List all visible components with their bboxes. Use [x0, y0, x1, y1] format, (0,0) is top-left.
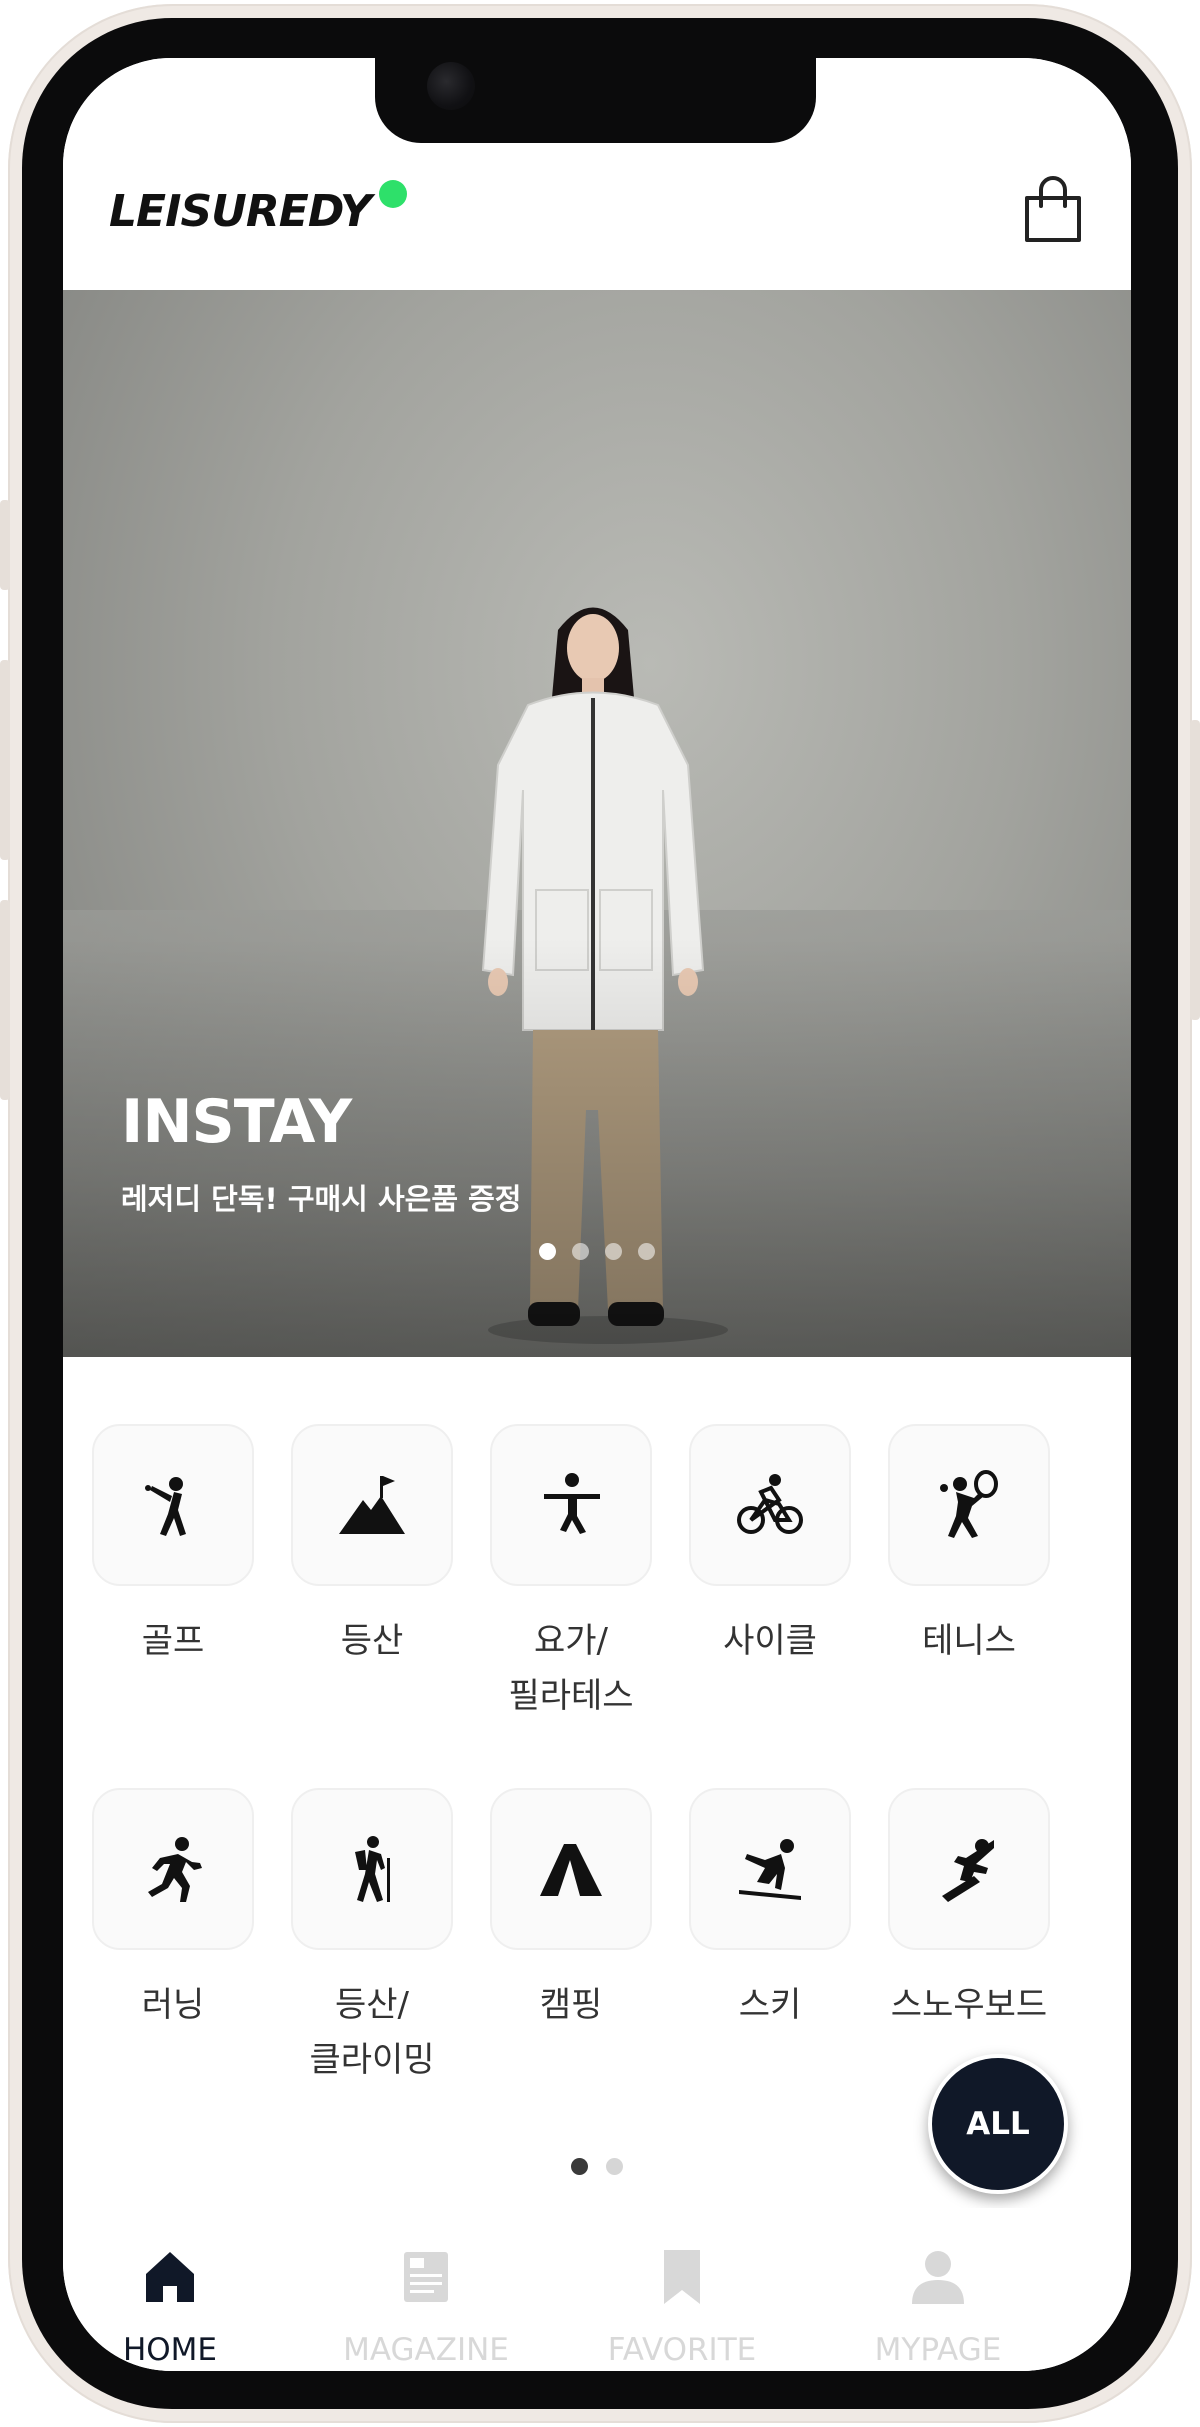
category-tile[interactable] [490, 1788, 652, 1950]
yoga-icon [544, 1473, 600, 1534]
hero-subtitle: 레저디 단독! 구매시 사은품 증정 [121, 1182, 522, 1216]
category-tile[interactable] [291, 1424, 453, 1586]
tab-home[interactable]: HOME [63, 2248, 280, 2368]
magazine-icon [404, 2252, 448, 2302]
category-tile[interactable] [888, 1424, 1050, 1586]
carousel-dot[interactable] [539, 1243, 556, 1260]
category-label: 스키 [738, 1985, 802, 2025]
ski-icon [739, 1839, 801, 1900]
bottom-tab-bar: HOME MAGAZINE FAVORITE MYPAGE [63, 2208, 1131, 2371]
category-golf[interactable]: 골프 [83, 1424, 263, 1669]
category-label: 스노우보드 [890, 1985, 1048, 2025]
running-icon [148, 1837, 202, 1902]
notch [375, 58, 816, 143]
side-button [0, 500, 10, 590]
category-hiking[interactable]: 등산/ 클라이밍 [282, 1788, 462, 2088]
carousel-dot[interactable] [638, 1243, 655, 1260]
category-label: 캠핑 [539, 1985, 603, 2025]
user-icon [912, 2251, 964, 2304]
logo-dot [379, 180, 407, 208]
golf-icon [145, 1477, 186, 1536]
tab-label: HOME [122, 2332, 218, 2368]
category-ski[interactable]: 스키 [680, 1788, 860, 2033]
home-icon [146, 2252, 194, 2302]
mountain-icon [339, 1476, 405, 1534]
category-tile[interactable] [92, 1424, 254, 1586]
category-tile[interactable] [888, 1788, 1050, 1950]
app-screen: LEISUREDY INSTAY 레저디 단독! 구매시 사은품 증정 골프 등… [63, 58, 1131, 2371]
all-categories-button[interactable]: ALL [928, 2054, 1068, 2194]
tab-label: MAGAZINE [343, 2332, 509, 2368]
hero-title: INSTAY [121, 1087, 352, 1157]
category-label: 등산 [340, 1621, 404, 1661]
camera-icon [427, 62, 475, 110]
tab-label: FAVORITE [607, 2332, 757, 2368]
tab-favorite[interactable]: FAVORITE [572, 2248, 792, 2368]
category-snowboard[interactable]: 스노우보드 [879, 1788, 1059, 2033]
tab-mypage[interactable]: MYPAGE [828, 2248, 1048, 2368]
hero-banner[interactable]: INSTAY 레저디 단독! 구매시 사은품 증정 [63, 290, 1131, 1357]
carousel-dot[interactable] [572, 1243, 589, 1260]
category-label: 테니스 [922, 1621, 1016, 1661]
category-label: 골프 [141, 1621, 205, 1661]
bookmark-icon [664, 2250, 700, 2304]
hiking-icon [355, 1836, 390, 1902]
category-label: 등산/ 클라이밍 [309, 1985, 435, 2080]
tennis-icon [940, 1470, 998, 1538]
category-label: 사이클 [723, 1621, 817, 1661]
page-dot[interactable] [571, 2158, 588, 2175]
carousel-dot[interactable] [605, 1243, 622, 1260]
tab-magazine[interactable]: MAGAZINE [316, 2248, 536, 2368]
category-yoga[interactable]: 요가/ 필라테스 [481, 1424, 661, 1724]
category-tennis[interactable]: 테니스 [879, 1424, 1059, 1669]
category-label: 요가/ 필라테스 [508, 1621, 634, 1716]
shopping-bag-icon[interactable] [1021, 176, 1085, 244]
cycle-icon [737, 1474, 803, 1534]
side-button [1190, 720, 1200, 1020]
category-tile[interactable] [291, 1788, 453, 1950]
category-cycle[interactable]: 사이클 [680, 1424, 860, 1669]
carousel-indicator [63, 1243, 1131, 1260]
category-mountain[interactable]: 등산 [282, 1424, 462, 1669]
snowboard-icon [942, 1839, 994, 1902]
tab-label: MYPAGE [874, 2332, 1002, 2368]
category-running[interactable]: 러닝 [83, 1788, 263, 2033]
side-button [0, 660, 10, 860]
page-dot[interactable] [606, 2158, 623, 2175]
category-tile[interactable] [689, 1788, 851, 1950]
category-label: 러닝 [141, 1985, 205, 2025]
category-tile[interactable] [490, 1424, 652, 1586]
side-button [0, 900, 10, 1100]
category-tile[interactable] [92, 1788, 254, 1950]
category-tile[interactable] [689, 1424, 851, 1586]
logo[interactable]: LEISUREDY [109, 186, 372, 237]
tent-icon [540, 1844, 602, 1896]
category-tent[interactable]: 캠핑 [481, 1788, 661, 2033]
